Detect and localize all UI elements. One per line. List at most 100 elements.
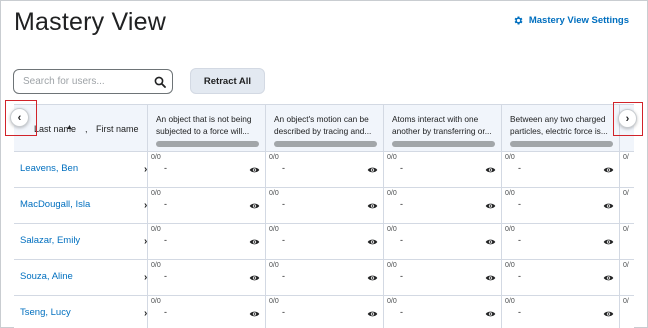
assessment-count: 0/0 [387,154,397,161]
scroll-right-button[interactable]: › [618,109,637,128]
assessment-count: 0/0 [151,262,161,269]
scroll-left-button[interactable]: ‹ [10,108,29,127]
learner-row: Tseng, Lucy › 0/0-0/0-0/0-0/0-0/ [14,296,634,328]
mastery-cell[interactable]: 0/0- [501,296,619,328]
objective-distribution-bar [392,141,495,147]
eye-icon[interactable] [603,238,614,246]
assessment-count: 0/0 [269,262,279,269]
mastery-cell[interactable]: 0/0- [383,224,501,259]
mastery-cell[interactable]: 0/0- [147,224,265,259]
assessment-count: 0/0 [505,262,515,269]
mastery-level: - [400,307,403,317]
eye-icon[interactable] [485,274,496,282]
objective-distribution-bar [274,141,377,147]
objective-text: Between any two charged particles, elect… [510,114,608,136]
mastery-cell[interactable]: 0/0- [147,260,265,295]
mastery-level: - [518,163,521,173]
mastery-cell[interactable]: 0/0- [265,188,383,223]
eye-icon[interactable] [249,238,260,246]
mastery-cell[interactable]: 0/0- [147,188,265,223]
search-button[interactable] [148,70,172,93]
assessment-count: 0/0 [505,190,515,197]
eye-icon[interactable] [603,310,614,318]
mastery-level: - [400,235,403,245]
mastery-view-settings-link[interactable]: Mastery View Settings [513,15,629,26]
first-name-sort-button[interactable]: First name [96,124,139,134]
mastery-cell[interactable]: 0/0- [265,260,383,295]
mastery-cell[interactable]: 0/0- [501,152,619,187]
assessment-count: 0/0 [505,226,515,233]
learner-row: Salazar, Emily › 0/0-0/0-0/0-0/0-0/ [14,224,634,260]
eye-icon[interactable] [249,310,260,318]
eye-icon[interactable] [249,202,260,210]
mastery-cell[interactable]: 0/0- [383,296,501,328]
objective-header-3[interactable]: Atoms interact with one another by trans… [383,105,501,152]
assessment-count: 0/0 [387,226,397,233]
eye-icon[interactable] [367,274,378,282]
search-box [13,69,173,94]
eye-icon[interactable] [367,238,378,246]
mastery-cell[interactable]: 0/0- [265,296,383,328]
eye-icon[interactable] [603,166,614,174]
eye-icon[interactable] [603,202,614,210]
mastery-cell-partial: 0/ [619,152,634,187]
objective-header-1[interactable]: An object that is not being subjected to… [147,105,265,152]
eye-icon[interactable] [367,166,378,174]
mastery-cell[interactable]: 0/0- [501,224,619,259]
mastery-level: - [164,163,167,173]
mastery-cell[interactable]: 0/0- [501,188,619,223]
mastery-cell[interactable]: 0/0- [265,152,383,187]
eye-icon[interactable] [367,310,378,318]
eye-icon[interactable] [249,166,260,174]
assessment-count: 0/ [623,262,629,269]
learner-name-link[interactable]: Souza, Aline [20,271,73,282]
learner-name-link[interactable]: Tseng, Lucy [20,307,71,318]
eye-icon[interactable] [485,238,496,246]
assessment-count: 0/0 [151,298,161,305]
mastery-level: - [282,163,285,173]
mastery-level: - [164,271,167,281]
eye-icon[interactable] [485,166,496,174]
retract-all-button[interactable]: Retract All [190,68,265,94]
mastery-cell[interactable]: 0/0- [265,224,383,259]
mastery-cell[interactable]: 0/0- [147,296,265,328]
search-input[interactable] [14,76,148,87]
chevron-left-icon: ‹ [17,111,22,124]
mastery-cell[interactable]: 0/0- [383,188,501,223]
assessment-count: 0/0 [387,190,397,197]
assessment-count: 0/ [623,190,629,197]
eye-icon[interactable] [485,202,496,210]
assessment-count: 0/ [623,154,629,161]
eye-icon[interactable] [367,202,378,210]
assessment-count: 0/0 [151,154,161,161]
mastery-level: - [518,307,521,317]
settings-link-label: Mastery View Settings [528,15,629,26]
eye-icon[interactable] [249,274,260,282]
objective-text: An object's motion can be described by t… [274,114,372,136]
assessment-count: 0/0 [269,154,279,161]
objective-header-2[interactable]: An object's motion can be described by t… [265,105,383,152]
eye-icon[interactable] [603,274,614,282]
chevron-right-icon: › [625,112,630,125]
learner-row: Souza, Aline › 0/0-0/0-0/0-0/0-0/ [14,260,634,296]
mastery-level: - [282,199,285,209]
learner-name-link[interactable]: Leavens, Ben [20,163,78,174]
mastery-cell[interactable]: 0/0- [383,260,501,295]
objective-text: Atoms interact with one another by trans… [392,114,492,136]
sort-ascending-icon: ▲ [66,124,73,131]
mastery-cell[interactable]: 0/0- [147,152,265,187]
mastery-level: - [282,271,285,281]
learner-name-link[interactable]: Salazar, Emily [20,235,80,246]
learner-row: MacDougall, Isla › 0/0-0/0-0/0-0/0-0/ [14,188,634,224]
mastery-cell-partial: 0/ [619,224,634,259]
assessment-count: 0/ [623,298,629,305]
mastery-cell[interactable]: 0/0- [383,152,501,187]
mastery-cell[interactable]: 0/0- [501,260,619,295]
objective-header-4[interactable]: Between any two charged particles, elect… [501,105,619,152]
learner-name-link[interactable]: MacDougall, Isla [20,199,90,210]
assessment-count: 0/ [623,226,629,233]
eye-icon[interactable] [485,310,496,318]
assessment-count: 0/0 [505,154,515,161]
objective-distribution-bar [510,141,613,147]
mastery-level: - [282,307,285,317]
